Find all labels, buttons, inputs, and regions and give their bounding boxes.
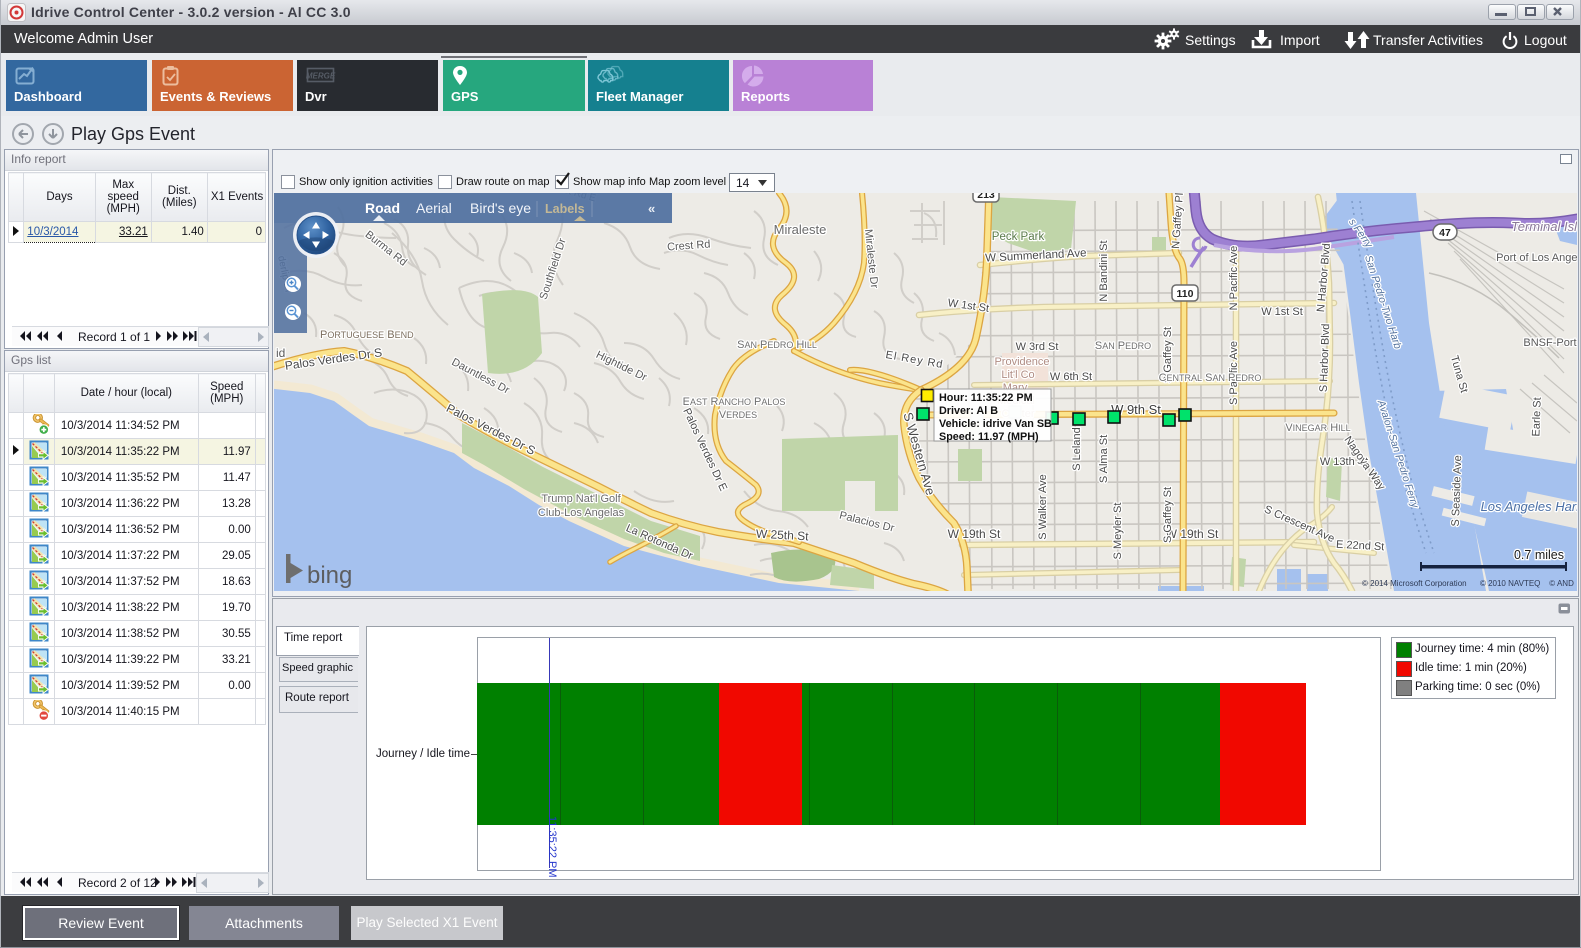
svg-text:VINEGAR HILL: VINEGAR HILL (1285, 422, 1350, 434)
svg-text:W 19th St: W 19th St (948, 527, 1001, 541)
svg-text:PORTUGUESE BEND: PORTUGUESE BEND (320, 329, 414, 341)
svg-text:© 2014 Microsoft Corporation: © 2014 Microsoft Corporation © 2010 NAVT… (1362, 579, 1574, 588)
svg-text:VERDES: VERDES (719, 409, 757, 421)
svg-text:SAN PEDRO HILL: SAN PEDRO HILL (737, 339, 817, 351)
svg-text:N Bandini St: N Bandini St (1098, 240, 1110, 301)
svg-text:MERGE: MERGE (306, 72, 336, 81)
svg-text:110: 110 (1177, 288, 1194, 300)
svg-text:Vehicle: idrive Van SB: Vehicle: idrive Van SB (939, 418, 1052, 430)
svg-text:Bird's eye: Bird's eye (470, 200, 531, 216)
svg-text:Port of Los Angel: Port of Los Angel (1496, 252, 1577, 264)
svg-text:S Meyler St: S Meyler St (1112, 503, 1124, 560)
svg-text:S Walker Ave: S Walker Ave (1037, 474, 1049, 539)
svg-text:SAN PEDRO: SAN PEDRO (1095, 340, 1151, 352)
svg-text:Labels: Labels (545, 202, 585, 216)
svg-text:Miraleste: Miraleste (774, 222, 827, 237)
svg-text:Terminal Isl: Terminal Isl (1511, 219, 1577, 234)
svg-text:CENTRAL SAN PEDRO: CENTRAL SAN PEDRO (1159, 372, 1262, 384)
svg-text:S Leland: S Leland (1071, 427, 1083, 470)
svg-text:W 1st St: W 1st St (1261, 306, 1303, 318)
svg-text:Los Angeles Harb: Los Angeles Harb (1481, 499, 1577, 514)
svg-text:Road: Road (365, 200, 400, 216)
svg-text:S Harbor Blvd: S Harbor Blvd (1318, 323, 1332, 392)
svg-text:S Seaside Ave: S Seaside Ave (1450, 455, 1464, 527)
svg-text:W 3rd St: W 3rd St (1016, 341, 1059, 353)
svg-text:id: id (276, 346, 285, 360)
svg-text:W 6th St: W 6th St (1050, 371, 1092, 383)
svg-text:Earle St: Earle St (1530, 397, 1543, 437)
svg-text:S Gaffey St: S Gaffey St (1162, 487, 1174, 543)
svg-text:213: 213 (977, 193, 995, 201)
svg-text:Aerial: Aerial (416, 200, 452, 216)
svg-text:Lit'l Co: Lit'l Co (1001, 369, 1034, 381)
svg-text:N Pacific Ave: N Pacific Ave (1228, 246, 1240, 311)
svg-text:Driver: Al B: Driver: Al B (939, 405, 998, 417)
svg-text:S Alma St: S Alma St (1098, 435, 1110, 483)
svg-text:BNSF-Port: BNSF-Port (1523, 337, 1576, 349)
svg-text:EAST RANCHO PALOS: EAST RANCHO PALOS (683, 396, 786, 408)
svg-text:bing: bing (307, 562, 352, 589)
svg-text:Club-Los Angelas: Club-Los Angelas (538, 507, 625, 519)
svg-text:0.7 miles: 0.7 miles (1514, 548, 1564, 562)
svg-text:Peck Park: Peck Park (992, 231, 1045, 243)
svg-text:E 22nd St: E 22nd St (1336, 539, 1385, 554)
svg-text:Speed: 11.97 (MPH): Speed: 11.97 (MPH) (939, 431, 1039, 443)
svg-text:«: « (648, 201, 655, 216)
svg-text:Trump Nat'l Golf: Trump Nat'l Golf (541, 493, 621, 505)
svg-text:Providence: Providence (994, 356, 1049, 368)
svg-text:W 25th St: W 25th St (756, 527, 810, 544)
svg-text:Hour: 11:35:22 PM: Hour: 11:35:22 PM (939, 392, 1033, 404)
svg-text:47: 47 (1439, 227, 1451, 239)
